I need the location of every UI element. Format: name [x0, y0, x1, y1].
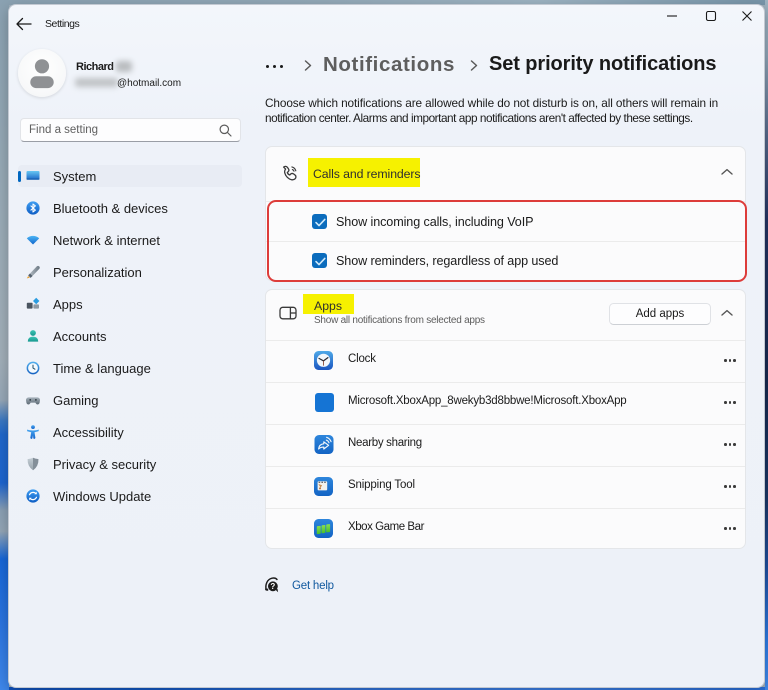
svg-text:?: ?	[270, 582, 275, 591]
